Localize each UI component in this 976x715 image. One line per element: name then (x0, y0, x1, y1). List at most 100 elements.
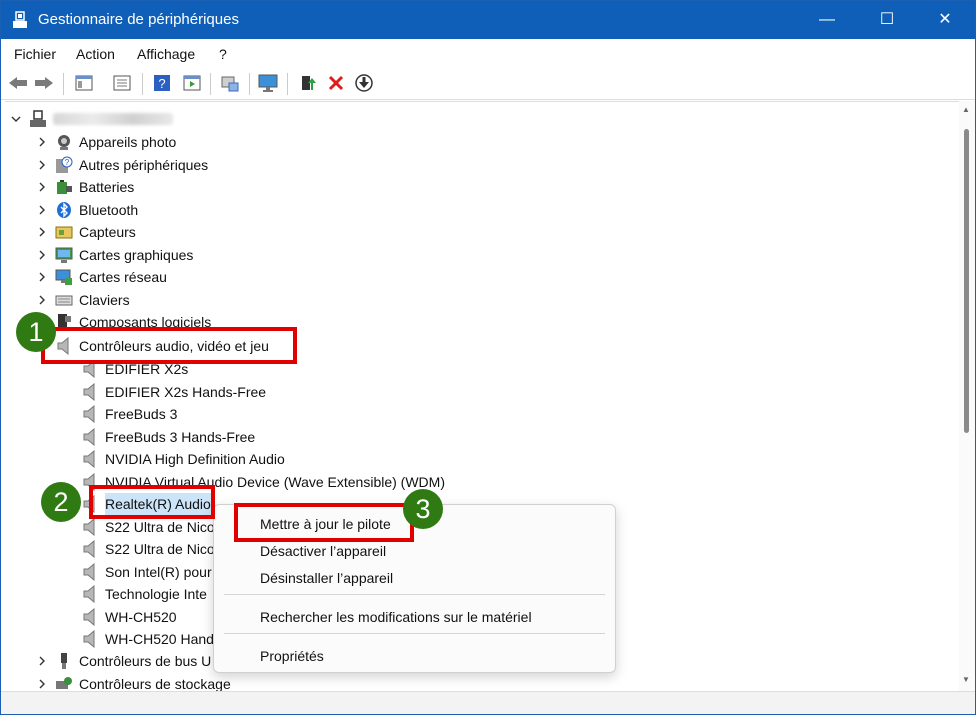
uninstall-icon[interactable] (325, 73, 347, 93)
speaker-icon (81, 427, 99, 446)
menu-bar: Fichier Action Affichage ? (1, 39, 975, 67)
category-label: Appareils photo (79, 134, 177, 150)
display-adapter-icon (55, 246, 73, 264)
chevron-right-icon[interactable] (35, 180, 49, 194)
category-row[interactable]: ? Autres périphériques (35, 154, 208, 176)
disable-icon[interactable] (353, 73, 375, 93)
device-row[interactable]: WH-CH520 Hand (81, 628, 214, 650)
speaker-icon (81, 630, 99, 648)
step-badge-1: 1 (16, 312, 56, 352)
device-label: FreeBuds 3 Hands-Free (105, 428, 256, 445)
sensor-icon (55, 223, 73, 241)
chevron-right-icon[interactable] (35, 225, 49, 239)
menu-scan-hardware[interactable]: Rechercher les modifications sur le maté… (260, 609, 532, 625)
step-badge-2: 2 (41, 482, 81, 522)
device-row[interactable]: S22 Ultra de Nico (81, 538, 215, 560)
speaker-icon (81, 450, 99, 468)
category-label: Claviers (79, 291, 130, 308)
chevron-right-icon[interactable] (35, 677, 49, 691)
computer-icon (29, 110, 47, 128)
speaker-icon (81, 585, 99, 603)
update-driver-icon[interactable] (297, 73, 319, 93)
toolbar-separator (63, 73, 64, 95)
category-row[interactable]: Appareils photo (35, 131, 176, 153)
svg-text:?: ? (158, 76, 165, 91)
highlight-box-category (41, 327, 297, 364)
category-row[interactable]: Contrôleurs de bus U (35, 650, 211, 672)
chevron-right-icon[interactable] (35, 654, 49, 668)
menu-properties[interactable]: Propriétés (260, 648, 324, 664)
maximize-button[interactable]: ☐ (859, 1, 915, 39)
scrollbar-thumb[interactable] (964, 129, 969, 433)
category-label: Batteries (79, 179, 135, 195)
device-row[interactable]: FreeBuds 3 Hands-Free (81, 426, 255, 448)
speaker-icon (81, 517, 99, 536)
window-title: Gestionnaire de périphériques (38, 11, 239, 28)
device-row[interactable]: EDIFIER X2s Hands-Free (81, 381, 266, 403)
device-label: WH-CH520 Hand (105, 631, 214, 647)
device-label: WH-CH520 (105, 608, 177, 625)
device-row[interactable]: Son Intel(R) pour (81, 561, 212, 583)
menu-disable-device[interactable]: Désactiver l’appareil (260, 543, 386, 559)
category-label: Contrôleurs de stockage (79, 675, 231, 692)
device-label: EDIFIER X2s Hands-Free (105, 383, 267, 400)
help-icon[interactable]: ? (151, 73, 173, 93)
device-row[interactable]: WH-CH520 (81, 606, 177, 628)
step-badge-3: 3 (403, 489, 443, 529)
menu-help[interactable]: ? (219, 46, 227, 62)
device-label: FreeBuds 3 (105, 406, 178, 422)
device-row[interactable]: FreeBuds 3 (81, 403, 177, 425)
scan-hardware-icon[interactable] (219, 73, 241, 93)
device-manager-window: Gestionnaire de périphériques — ☐ ✕ Fich… (0, 0, 976, 715)
bluetooth-icon (55, 201, 73, 219)
category-row[interactable]: Capteurs (35, 221, 136, 243)
toolbar-separator (249, 73, 250, 95)
device-row[interactable]: NVIDIA High Definition Audio (81, 448, 285, 470)
device-label: NVIDIA High Definition Audio (105, 451, 285, 467)
chevron-right-icon[interactable] (35, 135, 49, 149)
tree-root[interactable] (9, 108, 173, 130)
toolbar-separator (142, 73, 143, 95)
view-icon[interactable] (181, 73, 203, 93)
storage-controller-icon (55, 675, 73, 693)
chevron-right-icon[interactable] (35, 248, 49, 262)
close-button[interactable]: ✕ (917, 1, 973, 39)
scroll-down-arrow-icon[interactable]: ▼ (962, 675, 970, 684)
device-label: Son Intel(R) pour (105, 563, 212, 580)
category-row[interactable]: Contrôleurs de stockage (35, 673, 231, 693)
status-bar (1, 691, 975, 714)
chevron-right-icon[interactable] (35, 158, 49, 172)
vertical-scrollbar[interactable]: ▲ ▼ (959, 101, 975, 691)
chevron-right-icon[interactable] (35, 270, 49, 284)
category-row[interactable]: Claviers (35, 289, 130, 311)
category-row[interactable]: Batteries (35, 176, 134, 198)
device-row[interactable]: Technologie Inte (81, 583, 207, 605)
chevron-right-icon[interactable] (35, 293, 49, 307)
category-label: Autres périphériques (79, 156, 209, 173)
camera-icon (55, 133, 73, 151)
category-row[interactable]: Bluetooth (35, 199, 138, 221)
network-adapter-icon (55, 268, 73, 286)
keyboard-icon (55, 291, 73, 309)
computer-name-blurred (53, 113, 173, 125)
menu-action[interactable]: Action (76, 46, 115, 62)
chevron-down-icon[interactable] (9, 112, 23, 126)
chevron-right-icon[interactable] (35, 203, 49, 217)
back-icon[interactable] (7, 73, 29, 93)
device-label: S22 Ultra de Nico (105, 541, 215, 557)
menu-affichage[interactable]: Affichage (137, 46, 195, 62)
menu-fichier[interactable]: Fichier (14, 46, 56, 62)
category-label: Cartes réseau (79, 269, 167, 285)
category-row[interactable]: Cartes graphiques (35, 244, 193, 266)
show-hide-console-icon[interactable] (73, 73, 95, 93)
monitor-icon[interactable] (257, 73, 279, 93)
category-row[interactable]: Cartes réseau (35, 266, 167, 288)
properties-icon[interactable] (111, 73, 133, 93)
forward-icon[interactable] (33, 73, 55, 93)
minimize-button[interactable]: — (799, 1, 855, 39)
title-bar: Gestionnaire de périphériques — ☐ ✕ (1, 1, 975, 39)
scroll-up-arrow-icon[interactable]: ▲ (962, 105, 970, 114)
menu-separator (224, 594, 605, 595)
menu-uninstall-device[interactable]: Désinstaller l’appareil (260, 570, 393, 586)
unknown-device-icon: ? (55, 156, 73, 174)
